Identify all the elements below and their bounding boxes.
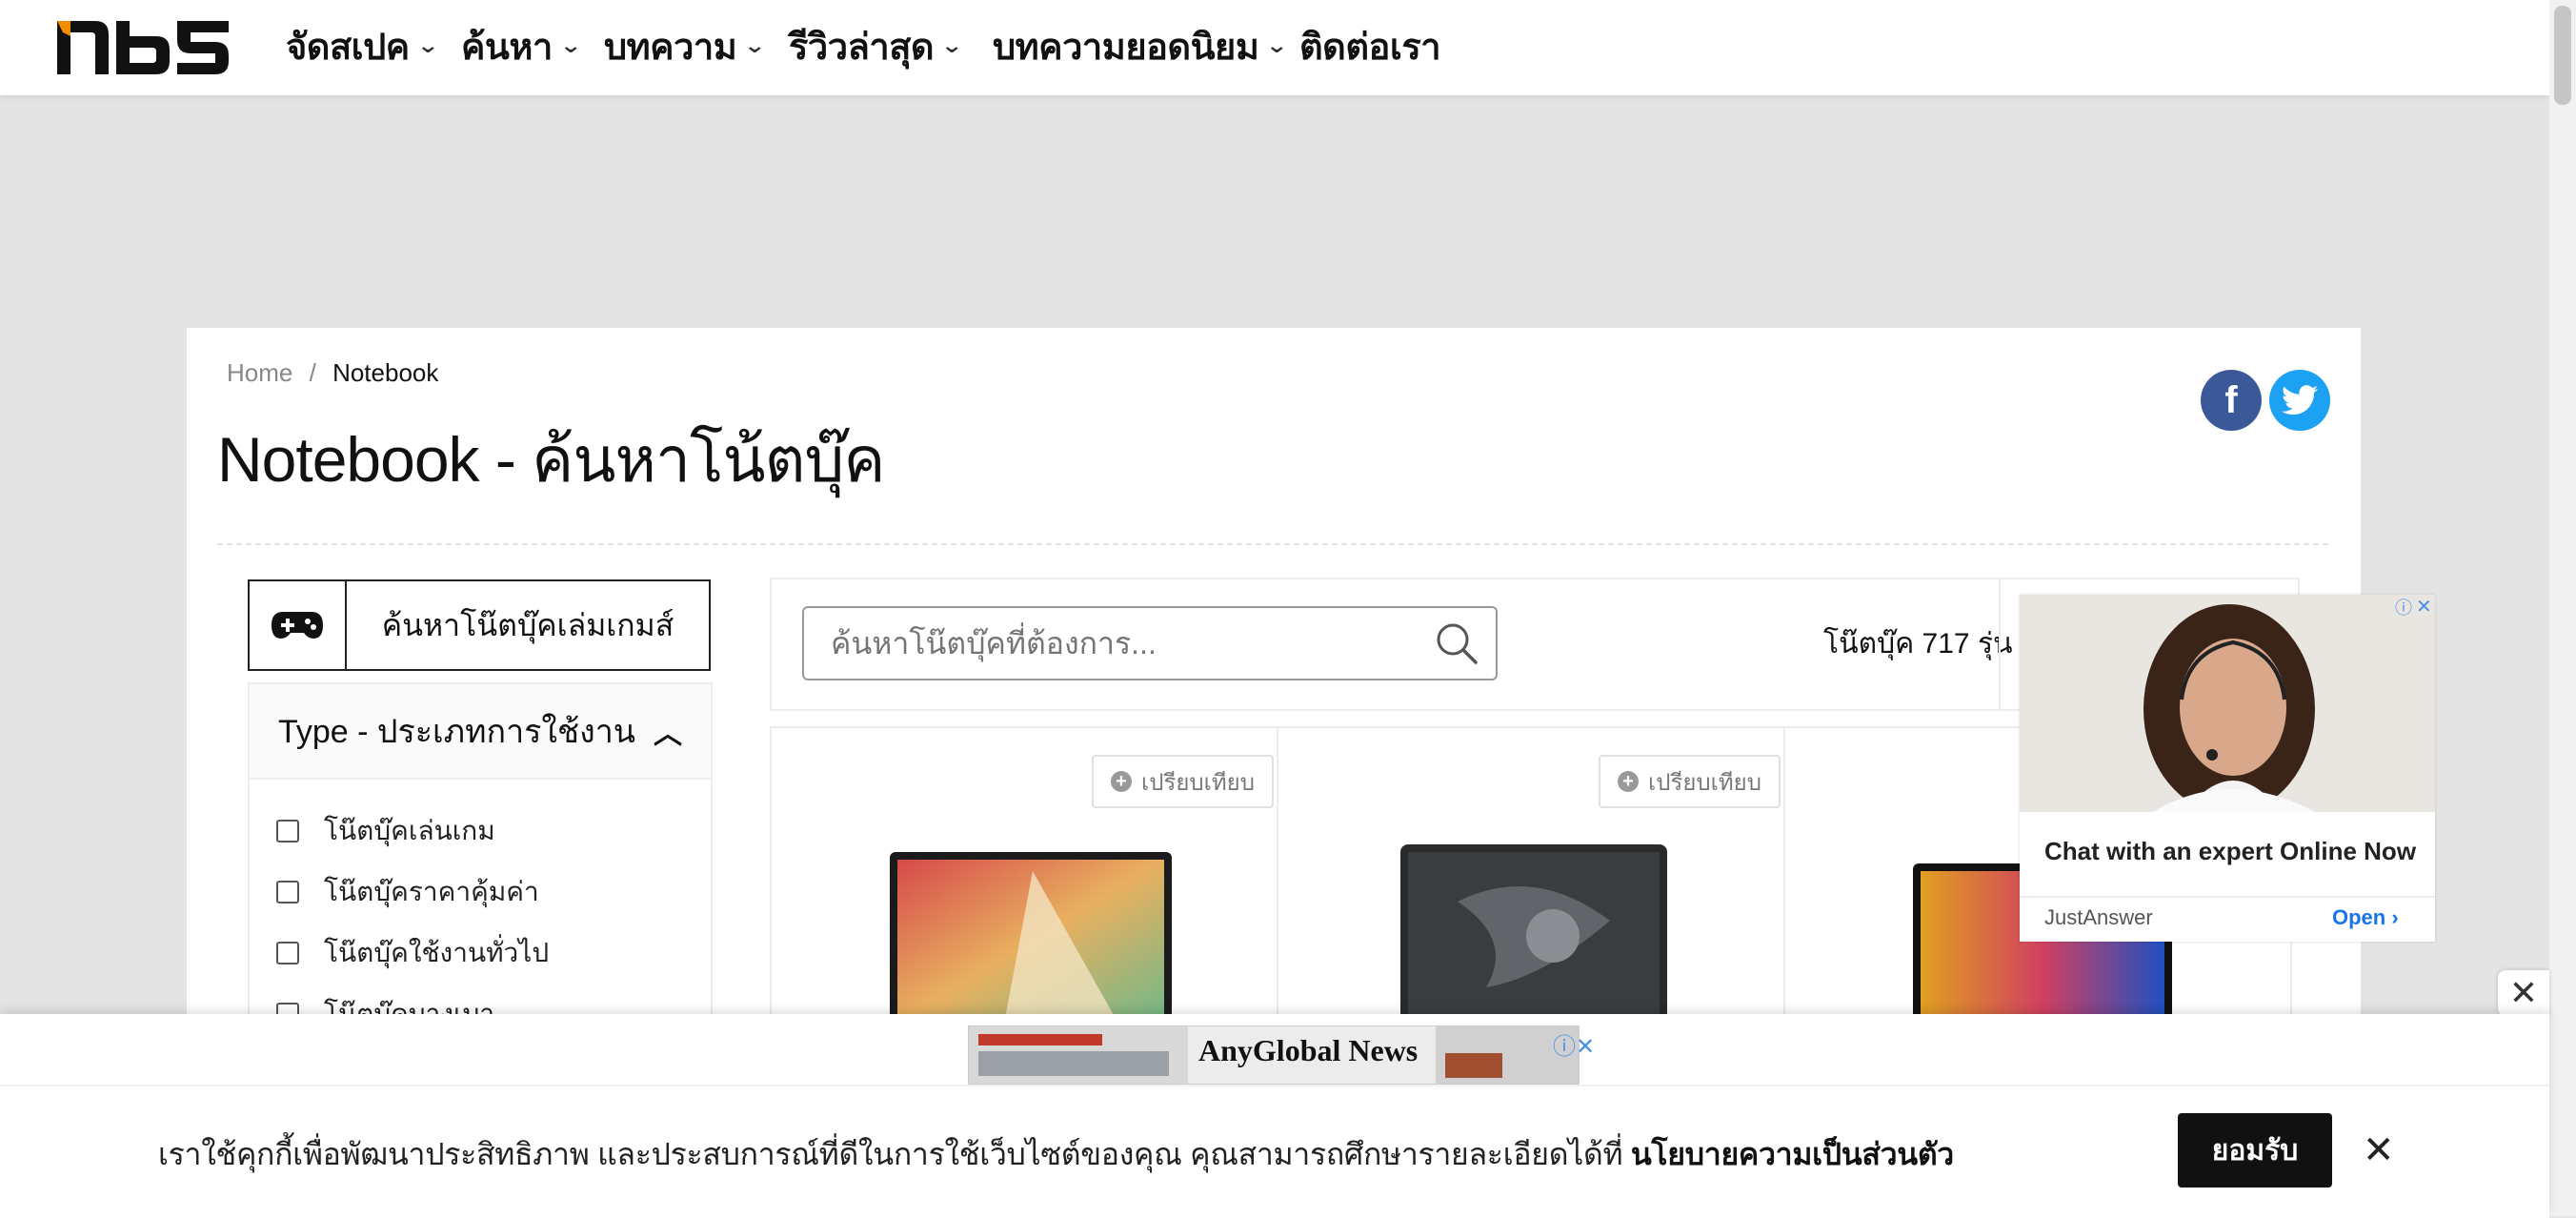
ad-close-icon[interactable]: ✕ bbox=[2416, 595, 2432, 619]
ad-open-label: Open bbox=[2332, 905, 2386, 929]
breadcrumb-separator: / bbox=[309, 358, 316, 387]
type-option-value[interactable]: โน๊ตบุ๊คราคาคุ้มค่า bbox=[276, 871, 539, 913]
compare-label: เปรียบเทียบ bbox=[1648, 769, 1761, 796]
gaming-notebook-search-label: ค้นหาโน๊ตบุ๊คเล่มเกมส์ bbox=[381, 607, 674, 642]
scrollbar[interactable] bbox=[2549, 0, 2576, 1216]
chevron-down-icon: ⌄ bbox=[940, 33, 963, 57]
ad-info-icon[interactable]: ⓘ bbox=[2395, 595, 2412, 619]
checkbox[interactable] bbox=[276, 820, 299, 842]
type-filter-header[interactable]: Type - ประเภทการใช้งาน ︿ bbox=[250, 684, 711, 780]
type-option-label: โน๊ตบุ๊คเล่นเกม bbox=[324, 816, 495, 845]
facebook-share-button[interactable]: f bbox=[2201, 370, 2262, 431]
plus-icon: + bbox=[1618, 771, 1639, 792]
ad-image[interactable] bbox=[2020, 595, 2435, 812]
divider bbox=[217, 543, 2328, 545]
type-option-label: โน๊ตบุ๊คราคาคุ้มค่า bbox=[324, 877, 539, 906]
chevron-down-icon: ⌄ bbox=[1265, 33, 1289, 57]
cookie-message: เราใช้คุกกี้เพื่อพัฒนาประสิทธิภาพ และประ… bbox=[158, 1130, 1954, 1179]
nav-search[interactable]: ค้นหา ⌄ bbox=[461, 0, 582, 91]
type-filter-title: Type - ประเภทการใช้งาน bbox=[278, 714, 636, 750]
banner-ad-text[interactable]: AnyGlobal News bbox=[1198, 1033, 1418, 1068]
page-title: Notebook - ค้นหาโน้ตบุ๊ค bbox=[217, 424, 885, 495]
chevron-down-icon: ⌄ bbox=[415, 33, 439, 57]
nbs-logo[interactable] bbox=[57, 15, 229, 78]
result-count: โน๊ตบุ๊ค 717 รุ่น bbox=[1823, 628, 2013, 660]
twitter-share-button[interactable] bbox=[2269, 370, 2330, 431]
privacy-policy-link[interactable]: นโยบายความเป็นส่วนตัว bbox=[1631, 1137, 1954, 1171]
chevron-down-icon: ⌄ bbox=[743, 33, 767, 57]
search-icon[interactable] bbox=[1435, 621, 1479, 665]
nav-contact[interactable]: ติดต่อเรา bbox=[1299, 0, 1441, 91]
close-icon[interactable]: ✕ bbox=[2498, 970, 2549, 1016]
facebook-icon: f bbox=[2224, 378, 2238, 421]
compare-label: เปรียบเทียบ bbox=[1141, 769, 1255, 796]
nav-latest-reviews[interactable]: รีวิวล่าสุด ⌄ bbox=[789, 0, 963, 91]
nav-popular-articles[interactable]: บทความยอดนิยม ⌄ bbox=[993, 0, 1289, 91]
laptop-image bbox=[1400, 844, 1667, 1024]
close-icon[interactable]: ✕ bbox=[2363, 1128, 2395, 1172]
type-option-label: โน๊ตบุ๊คใช้งานทั่วไป bbox=[324, 938, 550, 967]
chevron-down-icon: ⌄ bbox=[559, 33, 582, 57]
ad-open-button[interactable]: Open › bbox=[2332, 905, 2399, 930]
chevron-up-icon: ︿ bbox=[654, 719, 682, 750]
plus-icon: + bbox=[1111, 771, 1132, 792]
ad-divider bbox=[2020, 896, 2435, 898]
breadcrumb-home[interactable]: Home bbox=[227, 358, 292, 387]
chevron-right-icon: › bbox=[2391, 905, 2399, 929]
type-option-general[interactable]: โน๊ตบุ๊คใช้งานทั่วไป bbox=[276, 932, 549, 974]
notebook-search-input[interactable] bbox=[802, 606, 1498, 680]
ad-brand: JustAnswer bbox=[2044, 905, 2153, 929]
gaming-notebook-search-button[interactable]: ค้นหาโน๊ตบุ๊คเล่มเกมส์ bbox=[248, 579, 711, 671]
nav-spec[interactable]: จัดสเปค ⌄ bbox=[286, 0, 439, 91]
checkbox[interactable] bbox=[276, 942, 299, 964]
gamepad-icon bbox=[250, 581, 347, 669]
panel-separator bbox=[1999, 579, 2001, 709]
compare-button[interactable]: + เปรียบเทียบ bbox=[1092, 755, 1274, 808]
type-option-gaming[interactable]: โน๊ตบุ๊คเล่นเกม bbox=[276, 810, 495, 852]
compare-button[interactable]: + เปรียบเทียบ bbox=[1599, 755, 1781, 808]
twitter-icon bbox=[2282, 385, 2318, 416]
scrollbar-thumb[interactable] bbox=[2554, 6, 2571, 105]
laptop-image bbox=[890, 852, 1172, 1024]
nav-articles[interactable]: บทความ ⌄ bbox=[604, 0, 767, 91]
accept-cookies-button[interactable]: ยอมรับ bbox=[2178, 1113, 2332, 1188]
checkbox[interactable] bbox=[276, 881, 299, 903]
cookie-text: เราใช้คุกกี้เพื่อพัฒนาประสิทธิภาพ และประ… bbox=[158, 1137, 1623, 1171]
banner-close-icon[interactable]: ⓘ✕ bbox=[1553, 1027, 1595, 1061]
breadcrumb-current: Notebook bbox=[332, 358, 439, 387]
breadcrumb: Home / Notebook bbox=[227, 358, 438, 388]
ad-title[interactable]: Chat with an expert Online Now bbox=[2044, 837, 2416, 866]
